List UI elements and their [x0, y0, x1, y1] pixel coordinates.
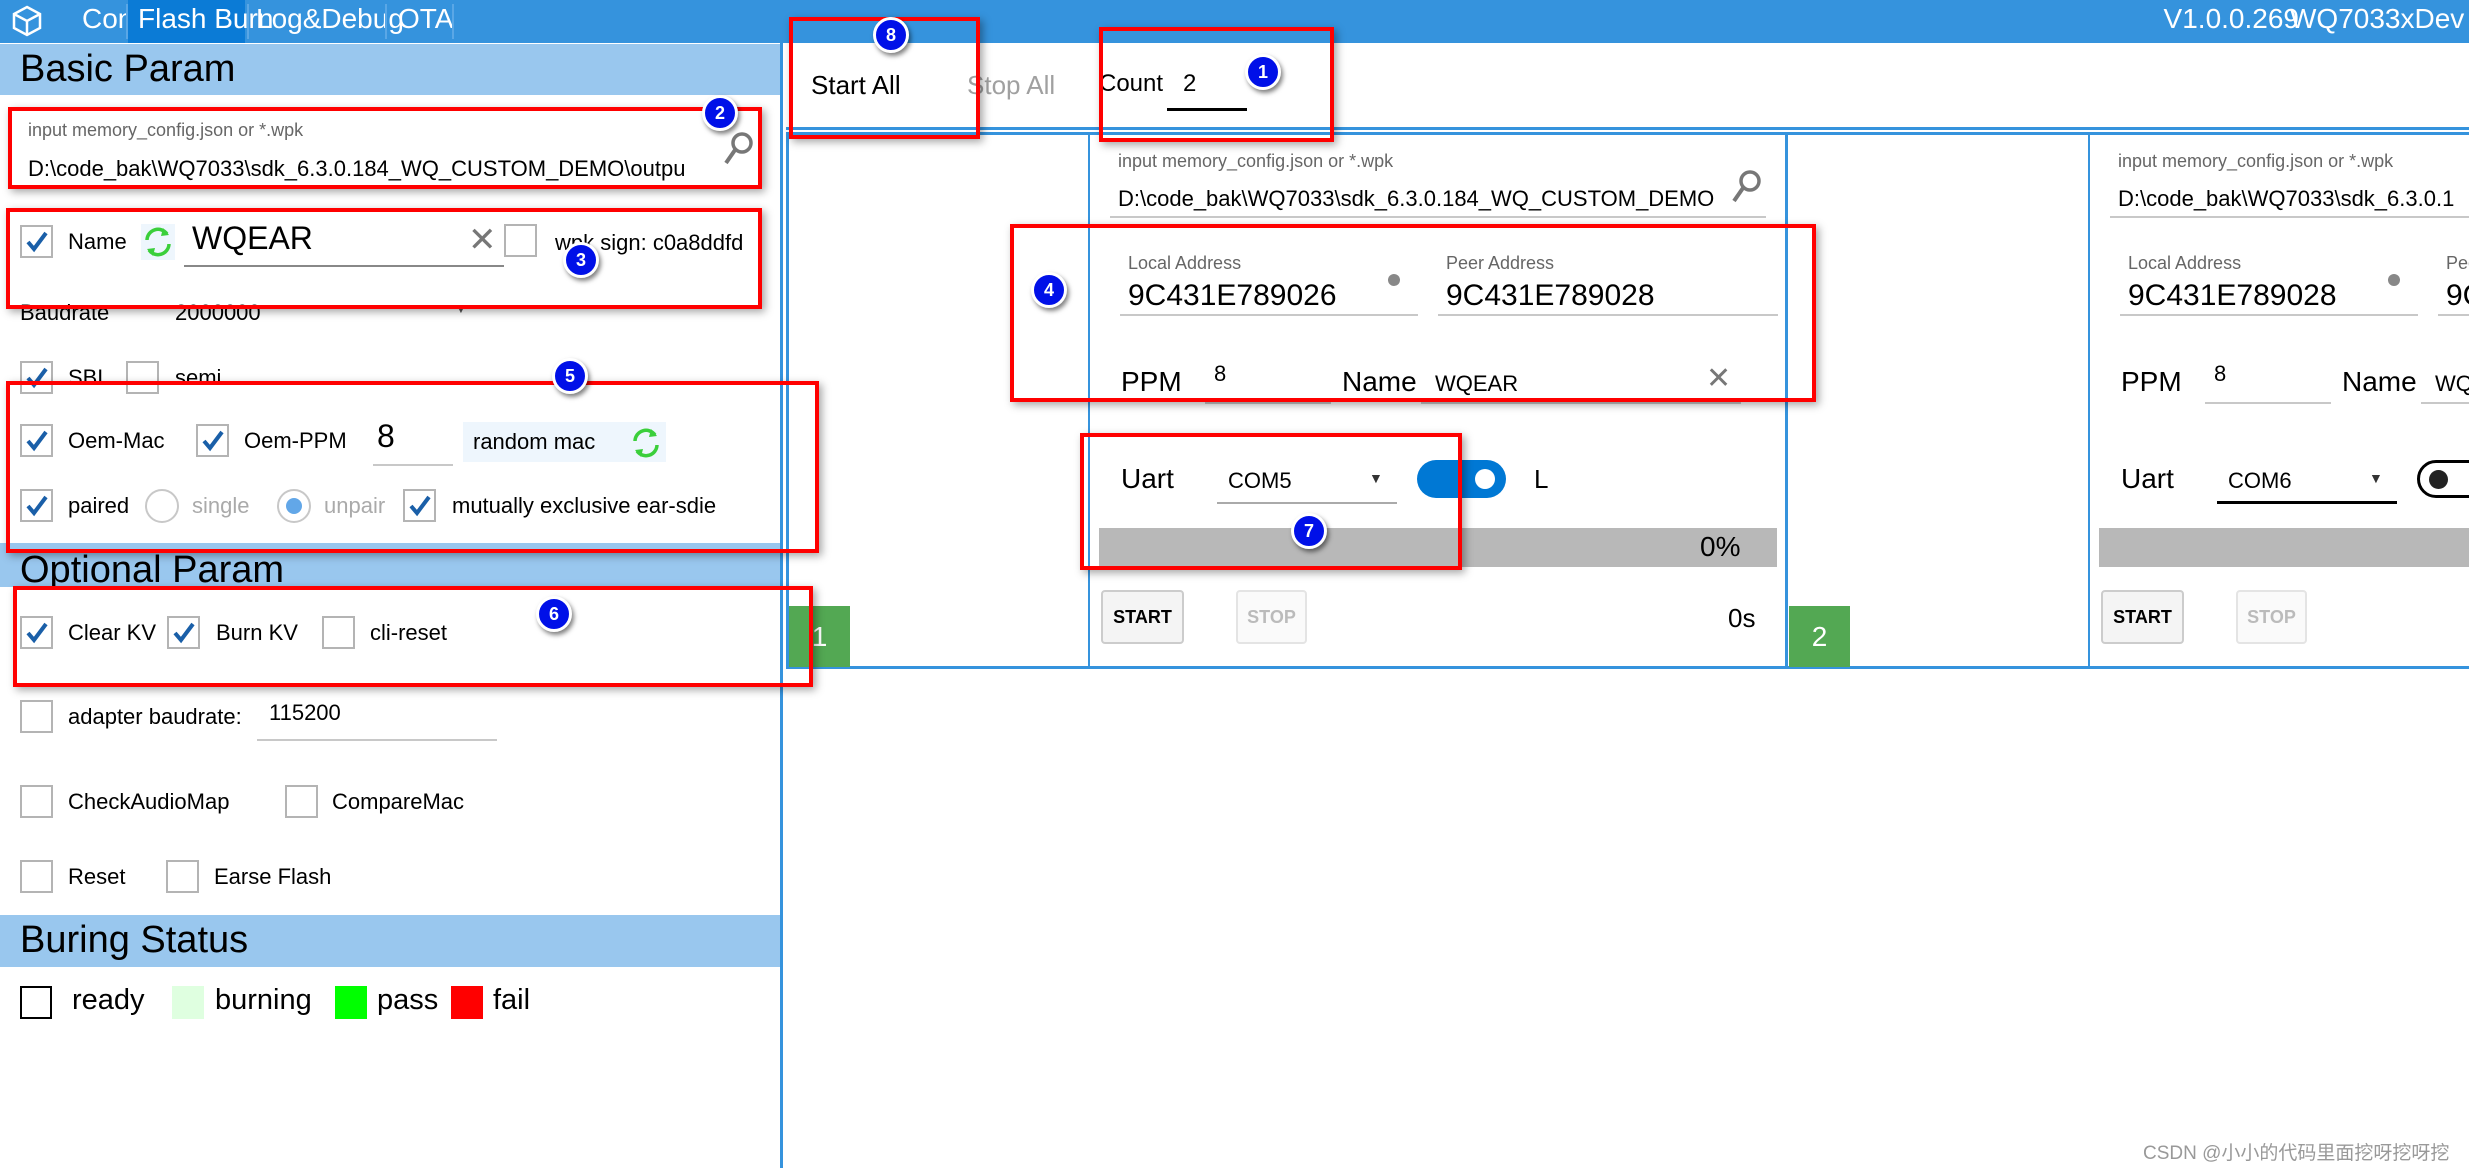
search-icon[interactable]	[1730, 168, 1764, 208]
tab-separator	[452, 4, 454, 39]
progress-bar	[2099, 528, 2469, 567]
local-address-underline	[2120, 314, 2418, 316]
ppm-underline	[1205, 402, 1331, 404]
legend-ready-label: ready	[72, 984, 145, 1016]
device-file-underline	[1110, 216, 1766, 218]
uart-label: Uart	[2121, 463, 2174, 494]
annotation-box-5	[6, 381, 819, 553]
device-file-input[interactable]: D:\code_bak\WQ7033\sdk_6.3.0.184_WQ_CUST…	[1118, 184, 1736, 214]
local-address-input[interactable]: 9C431E789028	[2128, 279, 2337, 313]
annotation-box-6	[13, 586, 813, 687]
section-buring-status: Buring Status	[0, 915, 781, 967]
annotation-box-3	[6, 208, 762, 309]
legend-fail-label: fail	[493, 984, 531, 1016]
start-button[interactable]: START	[2101, 590, 2184, 644]
device-name-label: Name	[2342, 366, 2417, 397]
annotation-marker-8: 8	[873, 17, 909, 53]
annotation-marker-2: 2	[702, 95, 738, 131]
start-button[interactable]: START	[1101, 590, 1184, 644]
device-name-underline	[2421, 402, 2469, 404]
erase-flash-label: Earse Flash	[214, 864, 332, 889]
toggle-knob	[2429, 470, 2448, 489]
chevron-down-icon[interactable]: ▼	[2369, 470, 2383, 486]
progress-text: 0%	[1700, 531, 1741, 562]
app-name: WQ7033xDev	[2290, 3, 2465, 34]
toggle-knob	[1475, 469, 1495, 489]
side-label: L	[1534, 464, 1549, 494]
ppm-underline	[2205, 402, 2331, 404]
tab-flash-burn[interactable]: Flash Burn	[128, 0, 273, 43]
uart-underline	[2217, 501, 2397, 504]
legend-burning-swatch	[172, 986, 204, 1019]
section-basic-param: Basic Param	[0, 44, 781, 95]
version-label: V1.0.0.269	[2163, 3, 2299, 34]
annotation-marker-7: 7	[1291, 513, 1327, 549]
watermark: CSDN @小小的代码里面挖呀挖呀挖	[2143, 1143, 2450, 1164]
side-toggle[interactable]	[2417, 460, 2469, 498]
erase-flash-checkbox[interactable]	[166, 860, 199, 893]
device-file-input[interactable]: D:\code_bak\WQ7033\sdk_6.3.0.1	[2118, 184, 2454, 214]
ppm-label: PPM	[2121, 366, 2182, 397]
annotation-marker-5: 5	[552, 358, 588, 394]
annotation-box-2	[8, 107, 762, 189]
reset-checkbox[interactable]	[20, 860, 53, 893]
legend-burning-label: burning	[215, 984, 312, 1016]
check-audio-map-checkbox[interactable]	[20, 785, 53, 818]
annotation-box-7	[1080, 433, 1462, 570]
toolbar-divider	[786, 127, 2469, 130]
elapsed-time: 0s	[1728, 603, 1756, 633]
annotation-marker-1: 1	[1245, 54, 1281, 90]
reset-label: Reset	[68, 864, 126, 889]
annotation-marker-4: 4	[1031, 272, 1067, 308]
peer-address-label: Peer Address	[2446, 253, 2469, 273]
legend-pass-swatch	[335, 986, 367, 1019]
local-address-label: Local Address	[2128, 253, 2242, 273]
adapter-baudrate-input[interactable]: 115200	[269, 698, 341, 728]
device-index-badge: 2	[1789, 606, 1850, 667]
device-name-input[interactable]: WQ	[2435, 369, 2469, 399]
status-dot	[2388, 274, 2400, 286]
peer-address-input[interactable]: 9C	[2446, 279, 2469, 313]
device-file-underline	[2110, 216, 2469, 218]
tab-separator	[385, 4, 387, 39]
adapter-baudrate-label: adapter baudrate:	[68, 704, 242, 729]
stop-all-button[interactable]: Stop All	[967, 70, 1055, 101]
device-file-label: input memory_config.json or *.wpk	[2118, 151, 2394, 171]
legend-pass-label: pass	[377, 984, 439, 1016]
tab-separator	[247, 4, 249, 39]
compare-mac-checkbox[interactable]	[285, 785, 318, 818]
device-panel-2: input memory_config.json or *.wpk D:\cod…	[2090, 133, 2469, 668]
stop-button[interactable]: STOP	[1236, 590, 1307, 644]
legend-ready-swatch	[20, 986, 52, 1019]
annotation-box-4	[1010, 224, 1816, 402]
tab-ota[interactable]: OTA	[390, 0, 473, 43]
peer-address-underline	[2438, 314, 2469, 316]
annotation-marker-6: 6	[536, 596, 572, 632]
stop-button[interactable]: STOP	[2236, 590, 2307, 644]
annotation-box-1	[1099, 27, 1334, 142]
uart-select[interactable]: COM6	[2228, 466, 2292, 496]
device-file-label: input memory_config.json or *.wpk	[1118, 151, 1394, 171]
compare-mac-label: CompareMac	[332, 789, 465, 814]
adapter-baudrate-underline	[257, 739, 497, 741]
annotation-marker-3: 3	[563, 242, 599, 278]
ppm-input[interactable]: 8	[2214, 359, 2226, 389]
adapter-baudrate-checkbox[interactable]	[20, 700, 53, 733]
legend-fail-swatch	[451, 986, 483, 1019]
device-name-underline	[1421, 402, 1741, 404]
cube-icon	[12, 5, 42, 37]
check-audio-map-label: CheckAudioMap	[68, 789, 230, 814]
